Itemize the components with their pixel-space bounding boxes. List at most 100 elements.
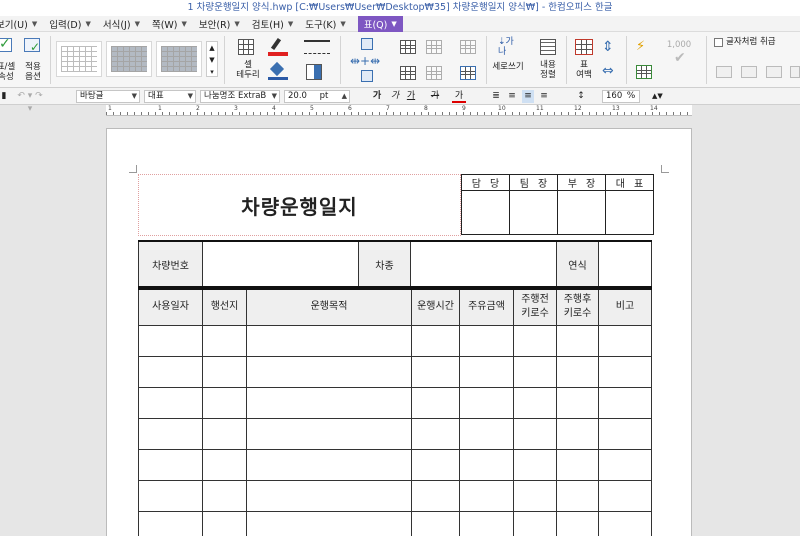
language-select[interactable]: 대표 ▼ (144, 90, 196, 103)
log-cell[interactable] (138, 417, 203, 450)
approval-header[interactable]: 대표 (605, 174, 654, 191)
log-cell[interactable] (556, 324, 599, 357)
text-wrap-icon-3[interactable] (766, 66, 782, 78)
log-cell[interactable] (138, 324, 203, 357)
log-cell[interactable] (138, 510, 203, 536)
delete-row-icon[interactable] (400, 40, 416, 54)
log-cell[interactable] (598, 386, 652, 419)
log-cell[interactable] (556, 355, 599, 388)
cell-height-icon[interactable]: ⇕ (602, 38, 620, 56)
treat-as-char-checkbox[interactable] (714, 38, 723, 47)
insert-column-icon[interactable]: ⇹+⇹ (350, 55, 390, 67)
cell-border-icon[interactable] (238, 39, 254, 55)
log-cell[interactable] (459, 510, 514, 536)
log-cell[interactable] (513, 479, 557, 512)
log-cell[interactable] (246, 417, 412, 450)
menu-tools[interactable]: 도구(K) ▼ (305, 16, 352, 32)
text-wrap-icon-1[interactable] (716, 66, 732, 78)
menu-table[interactable]: 표(Q) ▼ (357, 15, 403, 32)
log-cell[interactable] (598, 355, 652, 388)
merge-cells-icon[interactable] (426, 40, 442, 54)
signature-cell[interactable] (605, 190, 654, 235)
align-justify-icon[interactable]: ≣ (490, 90, 502, 103)
log-cell[interactable] (459, 448, 514, 481)
align-right-icon[interactable]: ≡ (538, 90, 550, 103)
signature-cell[interactable] (509, 190, 558, 235)
line-spacing-icon[interactable]: ↕ (574, 90, 588, 103)
calc-icon[interactable] (636, 65, 652, 79)
zoom-stepper-icon[interactable]: ▲▼ (652, 90, 663, 103)
even-rows-icon[interactable] (460, 40, 476, 54)
log-cell[interactable] (411, 510, 460, 536)
even-columns-icon[interactable] (460, 66, 476, 80)
content-align-icon[interactable] (540, 39, 556, 55)
log-cell[interactable] (598, 448, 652, 481)
log-cell[interactable] (459, 355, 514, 388)
delete-column-icon[interactable] (400, 66, 416, 80)
log-cell[interactable] (138, 448, 203, 481)
log-cell[interactable] (246, 448, 412, 481)
log-cell[interactable] (411, 355, 460, 388)
log-cell[interactable] (513, 386, 557, 419)
frame-icon[interactable]: ▮ (0, 90, 8, 103)
log-cell[interactable] (411, 324, 460, 357)
font-select[interactable]: 나눔명조 ExtraB ▼ (200, 90, 280, 103)
insert-row-below-icon[interactable] (361, 70, 373, 82)
log-cell[interactable] (246, 355, 412, 388)
model-cell[interactable] (410, 240, 557, 288)
table-style-plain[interactable] (56, 41, 102, 77)
log-cell[interactable] (246, 479, 412, 512)
log-cell[interactable] (513, 510, 557, 536)
log-cell[interactable] (598, 417, 652, 450)
log-cell[interactable] (556, 448, 599, 481)
text-wrap-icon-2[interactable] (741, 66, 757, 78)
text-wrap-icon-4[interactable] (790, 66, 800, 78)
log-cell[interactable] (411, 386, 460, 419)
menu-format[interactable]: 서식(J) ▼ (103, 16, 146, 32)
cell-width-icon[interactable]: ⇔ (602, 62, 620, 80)
log-cell[interactable] (202, 417, 247, 450)
log-cell[interactable] (138, 386, 203, 419)
style-select[interactable]: 바탕글 ▼ (76, 90, 140, 103)
log-cell[interactable] (459, 417, 514, 450)
menu-view[interactable]: 보기(U) ▼ (0, 16, 43, 32)
document-page[interactable]: 차량운행일지 담당 팀장 부장 대표 차량번호 차종 연식 사용일자 행선지 운… (106, 128, 692, 536)
log-cell[interactable] (598, 324, 652, 357)
strike-button[interactable]: 가 (428, 90, 442, 103)
log-cell[interactable] (202, 448, 247, 481)
fill-color-icon[interactable] (268, 61, 288, 80)
signature-cell[interactable] (461, 190, 510, 235)
log-cell[interactable] (138, 479, 203, 512)
text-color-button[interactable]: 가 (452, 90, 466, 103)
approval-header[interactable]: 팀장 (509, 174, 558, 191)
vertical-write-icon[interactable]: ⇣가 나 (498, 37, 518, 57)
log-cell[interactable] (202, 355, 247, 388)
log-cell[interactable] (556, 386, 599, 419)
log-cell[interactable] (411, 479, 460, 512)
undo-icon[interactable]: ↶ ▾ ↷ ▾ (16, 90, 44, 114)
log-cell[interactable] (202, 479, 247, 512)
log-cell[interactable] (556, 417, 599, 450)
pen-color-icon[interactable] (268, 37, 288, 56)
cell-attr-button[interactable]: ✓ 표/셀 속성 (0, 36, 18, 84)
bold-button[interactable]: 가 (370, 90, 384, 103)
menu-review[interactable]: 검토(H) ▼ (252, 16, 299, 32)
log-cell[interactable] (202, 324, 247, 357)
log-cell[interactable] (513, 417, 557, 450)
log-cell[interactable] (556, 510, 599, 536)
italic-button[interactable]: 가 (388, 90, 402, 103)
log-cell[interactable] (202, 386, 247, 419)
table-margin-icon[interactable] (575, 39, 593, 55)
log-cell[interactable] (246, 386, 412, 419)
underline-button[interactable]: 가 (404, 90, 418, 103)
approval-header[interactable]: 부장 (557, 174, 606, 191)
log-cell[interactable] (598, 510, 652, 536)
align-center-icon[interactable]: ≡ (522, 90, 534, 103)
table-style-grid[interactable] (106, 41, 152, 77)
split-cells-icon[interactable] (426, 66, 442, 80)
formula-icon[interactable]: ⚡ (636, 38, 654, 56)
signature-cell[interactable] (557, 190, 606, 235)
log-cell[interactable] (459, 479, 514, 512)
menu-page[interactable]: 쪽(W) ▼ (152, 16, 193, 32)
log-cell[interactable] (246, 510, 412, 536)
